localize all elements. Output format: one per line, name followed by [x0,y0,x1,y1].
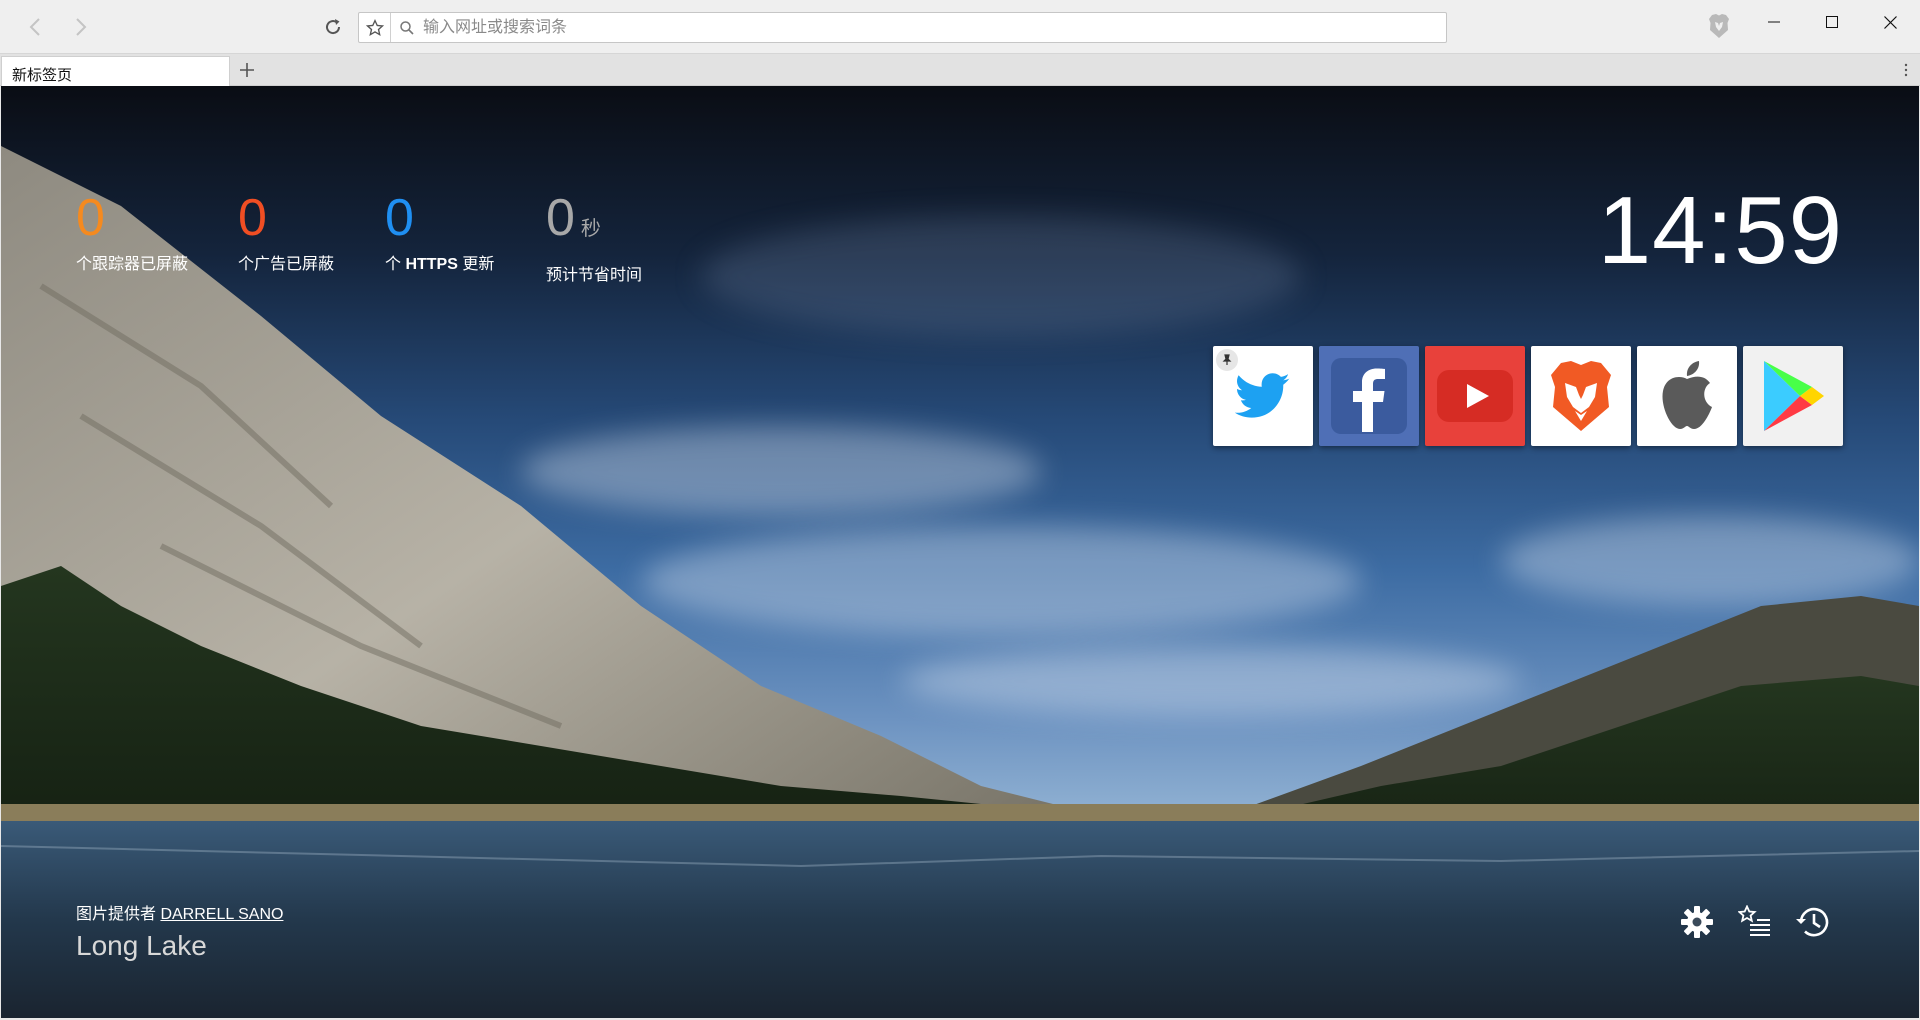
minimize-icon [1768,21,1780,23]
bookmark-button[interactable] [359,13,391,42]
https-label-prefix: 个 [385,256,406,273]
pin-icon[interactable] [1216,349,1238,371]
reload-icon [326,19,341,35]
brave-shields-button[interactable] [1706,11,1732,41]
star-icon [365,18,384,36]
ads-blocked-count: 0 [238,189,267,247]
maximize-button[interactable] [1804,0,1860,44]
chevron-right-icon [76,18,87,36]
https-label-suffix: 更新 [457,256,495,273]
google-play-icon [1764,361,1824,431]
back-button[interactable] [20,12,50,42]
new-tab-button[interactable] [234,57,260,83]
photo-location: Long Lake [76,930,207,961]
reload-button[interactable] [318,12,348,42]
photo-credit: 图片提供者 DARRELL SANO Long Lake [76,900,283,962]
url-input[interactable] [423,16,1423,39]
top-site-apple[interactable] [1637,346,1737,446]
gear-icon [1681,906,1713,938]
facebook-icon [1331,358,1407,434]
https-label-bold: HTTPS [405,256,458,273]
bookmarks-button[interactable] [1735,902,1775,942]
tab-menu-button[interactable] [1896,58,1916,82]
trackers-blocked-label: 个跟踪器已屏蔽 [76,256,189,273]
clock: 14:59 [1597,177,1843,284]
brave-lion-icon [1709,14,1729,38]
top-site-facebook[interactable] [1319,346,1419,446]
https-upgrades-label: 个 HTTPS 更新 [385,250,494,274]
close-button[interactable] [1862,0,1918,44]
top-site-twitter[interactable] [1213,346,1313,446]
photo-author-link[interactable]: DARRELL SANO [160,906,283,923]
https-upgrades-stat: 0 个 HTTPS 更新 [385,190,494,274]
ads-blocked-label: 个广告已屏蔽 [238,256,335,273]
chevron-left-icon [29,18,40,36]
close-icon [1883,15,1897,29]
minimize-button[interactable] [1746,0,1802,44]
time-saved-unit: 秒 [580,218,601,240]
kebab-menu-icon [1904,63,1908,77]
forward-button[interactable] [66,12,96,42]
ads-blocked-stat: 0 个广告已屏蔽 [238,190,334,274]
tab-new-tab[interactable]: 新标签页 [1,56,230,86]
time-saved-count: 0秒 [546,190,642,257]
youtube-icon [1437,370,1513,422]
bookmarks-list-icon [1738,905,1770,936]
browser-toolbar [0,0,1920,54]
search-icon [400,21,414,35]
time-saved-stat: 0秒 预计节省时间 [546,190,642,285]
plus-icon [240,63,254,77]
time-saved-label: 预计节省时间 [546,267,643,284]
url-bar[interactable] [358,12,1447,43]
history-button[interactable] [1793,902,1833,942]
maximize-icon [1826,16,1838,28]
twitter-icon [1235,373,1290,418]
photo-credit-line: 图片提供者 DARRELL SANO [76,900,283,924]
tab-strip: 新标签页 [0,54,1920,86]
trackers-blocked-stat: 0 个跟踪器已屏蔽 [76,190,188,274]
top-site-brave[interactable] [1531,346,1631,446]
tab-title: 新标签页 [12,67,73,84]
top-site-youtube[interactable] [1425,346,1525,446]
time-saved-value: 0 [546,189,575,247]
photo-credit-prefix: 图片提供者 [76,906,161,923]
history-icon [1796,907,1829,937]
trackers-blocked-count: 0 [76,189,105,247]
top-site-google-play[interactable] [1743,346,1843,446]
settings-button[interactable] [1677,902,1717,942]
new-tab-page: 0 个跟踪器已屏蔽 0 个广告已屏蔽 0 个 HTTPS 更新 0秒 预计节省时… [1,86,1919,1018]
brave-lion-icon [1551,361,1611,431]
https-upgrades-count: 0 [385,189,414,247]
apple-icon [1662,361,1712,429]
